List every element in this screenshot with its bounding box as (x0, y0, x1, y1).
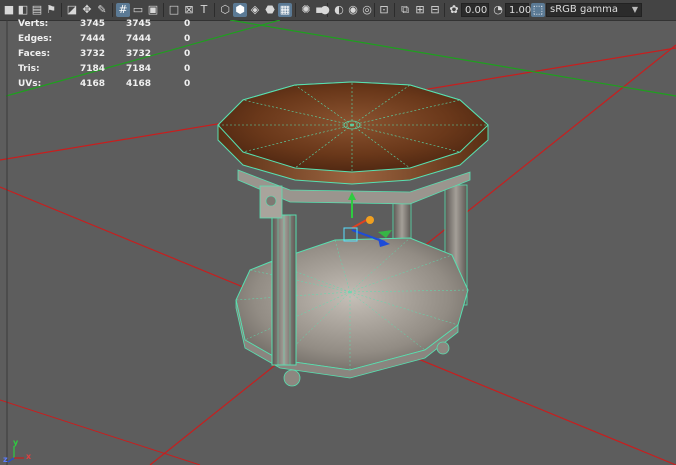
xray-components-icon[interactable]: ⊞ (413, 3, 427, 17)
chevron-down-icon: ▼ (631, 5, 638, 14)
field-chart-icon[interactable]: ⊠ (182, 3, 196, 17)
table-top (217, 81, 489, 185)
hud-row-verts: Verts: 3745 3745 0 (18, 19, 191, 29)
gate-mask-icon[interactable]: □ (167, 3, 181, 17)
default-material-icon[interactable]: ◈ (248, 3, 262, 17)
shadows-icon[interactable]: ✺ (299, 3, 313, 17)
exposure-field[interactable]: 0.00 (461, 3, 489, 17)
resolution-gate-icon[interactable]: ▣ (146, 3, 160, 17)
two-d-pan-zoom-icon[interactable]: ✥ (80, 3, 94, 17)
axis-y-label: y (13, 438, 19, 447)
view-transform-icon[interactable]: ⬚ (531, 3, 545, 17)
lights-icon[interactable]: ▦ (278, 3, 292, 17)
grid-icon[interactable]: # (116, 3, 130, 17)
camera-attributes-icon[interactable]: ▤ (30, 3, 44, 17)
smooth-shade-icon[interactable]: ⬢ (233, 3, 247, 17)
wireframe-icon[interactable]: ⬡ (218, 3, 232, 17)
gamma-field[interactable]: 1.00 (505, 3, 531, 17)
textured-icon[interactable]: ⬣ (263, 3, 277, 17)
color-space-label: sRGB gamma (550, 4, 619, 15)
film-gate-icon[interactable]: ▭ (131, 3, 145, 17)
gamma-icon[interactable]: ◔ (491, 3, 505, 17)
grease-pencil-icon[interactable]: ✎ (95, 3, 109, 17)
select-camera-icon[interactable]: ◧ (16, 3, 30, 17)
poly-count-hud: Verts: 3745 3745 0 Edges: 7444 7444 0 Fa… (18, 18, 198, 93)
depth-of-field-icon[interactable]: ◉ (346, 3, 360, 17)
camera-icon[interactable]: ■ (2, 3, 16, 17)
axis-x-label: x (26, 452, 32, 461)
bookmark-icon[interactable]: ⚑ (44, 3, 58, 17)
color-management-icon[interactable]: ⊟ (428, 3, 442, 17)
color-space-dropdown[interactable]: sRGB gamma ▼ (546, 3, 642, 17)
hud-row-tris: Tris: 7184 7184 0 (18, 64, 191, 74)
hud-row-edges: Edges: 7444 7444 0 (18, 34, 191, 44)
safe-action-icon[interactable]: T (197, 3, 211, 17)
axis-gizmo (7, 446, 24, 463)
exposure-icon[interactable]: ✿ (447, 3, 461, 17)
axis-z-label: z (3, 455, 8, 464)
isolate-select-icon[interactable]: ◎ (360, 3, 374, 17)
image-plane-icon[interactable]: ◪ (65, 3, 79, 17)
motion-blur-icon[interactable]: ● (318, 3, 332, 17)
xray-joints-icon[interactable]: ⧉ (398, 3, 412, 17)
hud-row-faces: Faces: 3732 3732 0 (18, 49, 191, 59)
lower-shelf (235, 237, 469, 379)
xray-icon[interactable]: ⊡ (377, 3, 391, 17)
anti-aliasing-icon[interactable]: ◐ (332, 3, 346, 17)
hud-row-uvs: UVs: 4168 4168 0 (18, 79, 191, 89)
